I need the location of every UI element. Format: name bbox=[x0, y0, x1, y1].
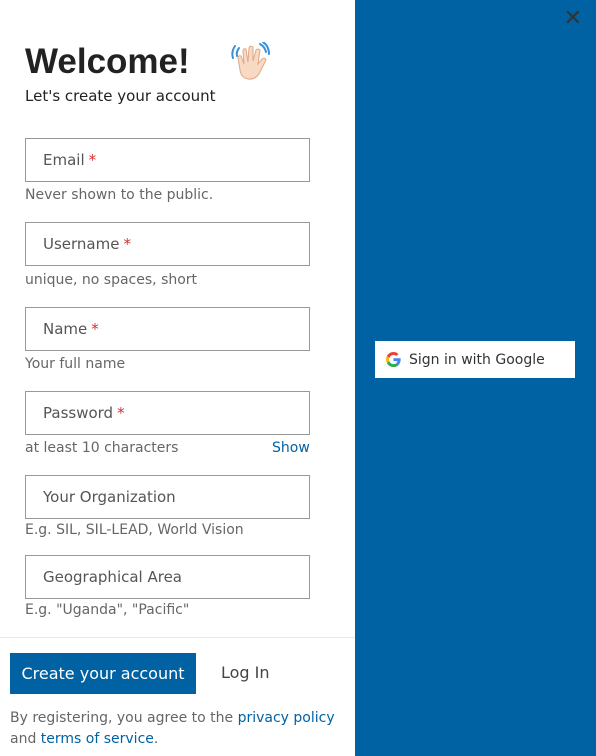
geographical-area-placeholder: Geographical Area bbox=[43, 568, 182, 586]
username-field[interactable]: Username * bbox=[25, 222, 310, 266]
username-placeholder: Username * bbox=[43, 235, 131, 253]
email-help: Never shown to the public. bbox=[25, 187, 214, 203]
waving-hand-icon bbox=[230, 41, 270, 82]
password-placeholder: Password * bbox=[43, 404, 125, 422]
username-help: unique, no spaces, short bbox=[25, 272, 198, 288]
terms-of-service-link[interactable]: terms of service bbox=[41, 731, 154, 747]
privacy-policy-link[interactable]: privacy policy bbox=[238, 710, 335, 726]
name-help: Your full name bbox=[25, 356, 126, 372]
organization-placeholder: Your Organization bbox=[43, 488, 176, 506]
email-placeholder: Email * bbox=[43, 151, 97, 169]
page-subtitle: Let's create your account bbox=[25, 87, 216, 105]
login-link[interactable]: Log In bbox=[221, 663, 270, 682]
terms-notice: By registering, you agree to the privacy… bbox=[10, 710, 335, 747]
social-login-panel bbox=[355, 0, 596, 756]
show-password-link[interactable]: Show bbox=[272, 440, 310, 456]
geographical-area-field[interactable]: Geographical Area bbox=[25, 555, 310, 599]
name-field[interactable]: Name * bbox=[25, 307, 310, 351]
required-marker: * bbox=[117, 404, 125, 422]
required-marker: * bbox=[91, 320, 99, 338]
signup-panel: Welcome! Let's create your account Email… bbox=[0, 0, 355, 756]
close-icon[interactable]: ✕ bbox=[564, 8, 582, 30]
email-field[interactable]: Email * bbox=[25, 138, 310, 182]
google-sign-in-button[interactable]: Sign in with Google bbox=[375, 341, 575, 378]
password-help: at least 10 characters bbox=[25, 440, 179, 456]
create-account-button[interactable]: Create your account bbox=[10, 653, 196, 694]
name-placeholder: Name * bbox=[43, 320, 99, 338]
required-marker: * bbox=[123, 235, 131, 253]
required-marker: * bbox=[88, 151, 97, 169]
password-field[interactable]: Password * bbox=[25, 391, 310, 435]
geographical-area-help: E.g. "Uganda", "Pacific" bbox=[25, 602, 190, 618]
footer-divider bbox=[0, 637, 355, 638]
google-sign-in-label: Sign in with Google bbox=[409, 351, 545, 368]
organization-field[interactable]: Your Organization bbox=[25, 475, 310, 519]
page-title: Welcome! bbox=[25, 42, 190, 81]
google-icon bbox=[386, 352, 401, 367]
organization-help: E.g. SIL, SIL-LEAD, World Vision bbox=[25, 522, 244, 538]
